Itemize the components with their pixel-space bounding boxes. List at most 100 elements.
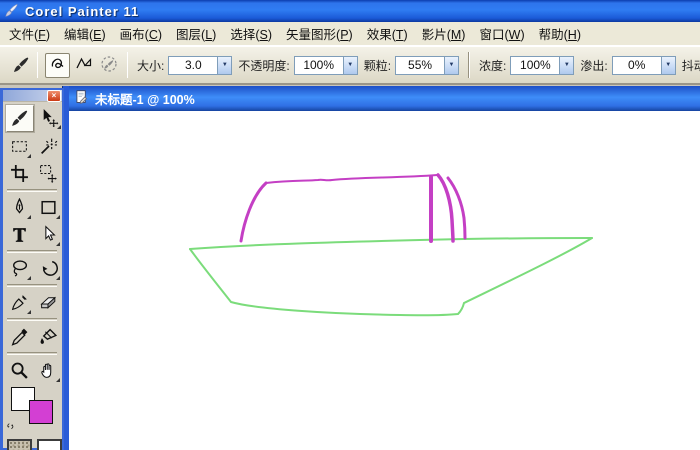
grain-value[interactable]: 55%	[395, 55, 446, 75]
lasso-tool[interactable]	[6, 256, 32, 281]
freehand-stroke-button[interactable]	[45, 52, 70, 78]
window-title: Corel Painter 11	[25, 3, 140, 19]
crop-icon	[10, 165, 28, 182]
clone-color-button[interactable]	[97, 53, 120, 76]
menu-item-effects[interactable]: 效果(T)	[360, 21, 415, 46]
selection-adjuster-tool[interactable]	[35, 161, 61, 186]
brush-tool[interactable]	[6, 105, 34, 132]
rectangular-shape-tool[interactable]	[35, 195, 61, 220]
eraser-tool[interactable]	[35, 290, 61, 315]
menu-item-select[interactable]: 选择(S)	[223, 21, 279, 46]
menu-item-layers[interactable]: 图层(L)	[169, 21, 223, 46]
straight-line-stroke-button[interactable]	[72, 53, 95, 76]
close-icon[interactable]: ×	[47, 90, 61, 102]
layer-adjuster-tool[interactable]	[37, 105, 63, 130]
cabin-top-edge	[265, 174, 438, 184]
toolbar-separator	[37, 52, 38, 78]
tool-group-separator	[7, 250, 57, 253]
menu-item-edit[interactable]: 编辑(E)	[57, 21, 113, 46]
magic-wand-icon	[40, 138, 57, 154]
menu-item-canvas[interactable]: 画布(C)	[113, 21, 169, 46]
toolbox-titlebar: ×	[3, 90, 62, 102]
rectangular-selection-tool[interactable]	[6, 134, 32, 159]
tool-group-separator	[7, 284, 57, 287]
grabber-hand-icon	[40, 363, 51, 378]
shape-selection-icon	[44, 225, 56, 241]
menu-item-file[interactable]: 文件(F)	[2, 21, 57, 46]
menu-item-movie[interactable]: 影片(M)	[415, 21, 473, 46]
hull-top-line	[189, 237, 593, 250]
resat-value[interactable]: 100%	[510, 55, 561, 75]
magnifier-icon	[11, 362, 28, 379]
quill-pen-icon	[11, 295, 27, 311]
magnifier-tool[interactable]	[6, 358, 32, 383]
selection-adjuster-icon	[39, 165, 57, 183]
secondary-color-swatch[interactable]	[29, 400, 53, 424]
brush-icon	[12, 110, 28, 126]
menu-item-shapes[interactable]: 矢量图形(P)	[279, 21, 360, 46]
layer-adjuster-icon	[43, 109, 59, 127]
grabber-tool[interactable]	[35, 358, 61, 383]
document-icon	[74, 89, 89, 108]
color-selector	[3, 386, 62, 434]
opacity-dropdown-arrow-icon[interactable]: ▼	[343, 55, 358, 75]
shape-selection-tool[interactable]	[35, 222, 61, 247]
toolbox-palette: ×	[0, 88, 64, 450]
toolbar-separator	[127, 52, 128, 78]
eraser-icon	[39, 296, 56, 309]
swap-colors-icon[interactable]	[6, 421, 18, 433]
brush-icon	[14, 57, 29, 72]
straight-line-stroke-icon	[75, 57, 91, 69]
app-brush-icon	[4, 3, 20, 19]
resat-field: 浓度: 100% ▼	[479, 55, 575, 75]
grain-field: 颗粒: 55% ▼	[364, 55, 460, 75]
size-value[interactable]: 3.0	[168, 55, 219, 75]
cabin-post-2	[436, 173, 455, 243]
pen-tool[interactable]	[6, 195, 32, 220]
menu-item-help[interactable]: 帮助(H)	[532, 21, 588, 46]
paint-bucket-tool[interactable]	[35, 324, 61, 349]
rotate-page-icon	[42, 260, 58, 276]
pattern-selector[interactable]	[37, 439, 62, 450]
bleed-dropdown-arrow-icon[interactable]: ▼	[661, 55, 676, 75]
lasso-icon	[12, 260, 27, 277]
tool-group-separator	[7, 352, 57, 355]
opacity-value[interactable]: 100%	[293, 55, 344, 75]
document-window: 未标题-1 @ 100%	[63, 86, 700, 450]
document-title: 未标题-1 @ 100%	[95, 93, 195, 107]
bleed-label: 渗出:	[580, 58, 608, 73]
menu-item-window[interactable]: 窗口(W)	[472, 21, 531, 46]
boat-sketch	[189, 173, 593, 317]
rotate-page-tool[interactable]	[35, 256, 61, 281]
grain-dropdown-arrow-icon[interactable]: ▼	[445, 55, 460, 75]
size-field: 大小: 3.0 ▼	[137, 55, 233, 75]
clone-color-icon	[100, 56, 117, 72]
hull-bottom-outline	[189, 237, 593, 317]
cabin-left-edge	[239, 181, 268, 243]
quill-pen-tool[interactable]	[6, 290, 32, 315]
paper-selector[interactable]	[7, 439, 32, 450]
opacity-label: 不透明度:	[238, 58, 290, 73]
toolbar-separator	[468, 52, 471, 78]
menu-bar: 文件(F) 编辑(E) 画布(C) 图层(L) 选择(S) 矢量图形(P) 效果(T) 影片(…	[0, 22, 700, 46]
content-selectors	[3, 439, 62, 450]
magic-wand-tool[interactable]	[35, 134, 61, 159]
canvas[interactable]	[69, 111, 700, 450]
pen-icon	[15, 198, 23, 214]
resat-label: 浓度:	[479, 58, 507, 73]
resat-dropdown-arrow-icon[interactable]: ▼	[560, 55, 575, 75]
dropper-tool[interactable]	[6, 324, 32, 349]
rect-shape-icon	[40, 200, 56, 215]
opacity-field: 不透明度: 100% ▼	[238, 55, 358, 75]
bleed-value[interactable]: 0%	[611, 55, 662, 75]
document-icon	[76, 90, 88, 104]
text-icon	[12, 228, 26, 242]
bleed-field: 渗出: 0% ▼	[580, 55, 676, 75]
text-tool[interactable]	[6, 222, 32, 247]
size-dropdown-arrow-icon[interactable]: ▼	[218, 55, 233, 75]
rect-selection-icon	[11, 141, 27, 152]
crop-tool[interactable]	[6, 161, 32, 186]
jitter-field: 抖动:0.00▼	[682, 56, 700, 75]
brush-category-button[interactable]	[12, 54, 30, 77]
document-titlebar: 未标题-1 @ 100%	[69, 86, 700, 111]
